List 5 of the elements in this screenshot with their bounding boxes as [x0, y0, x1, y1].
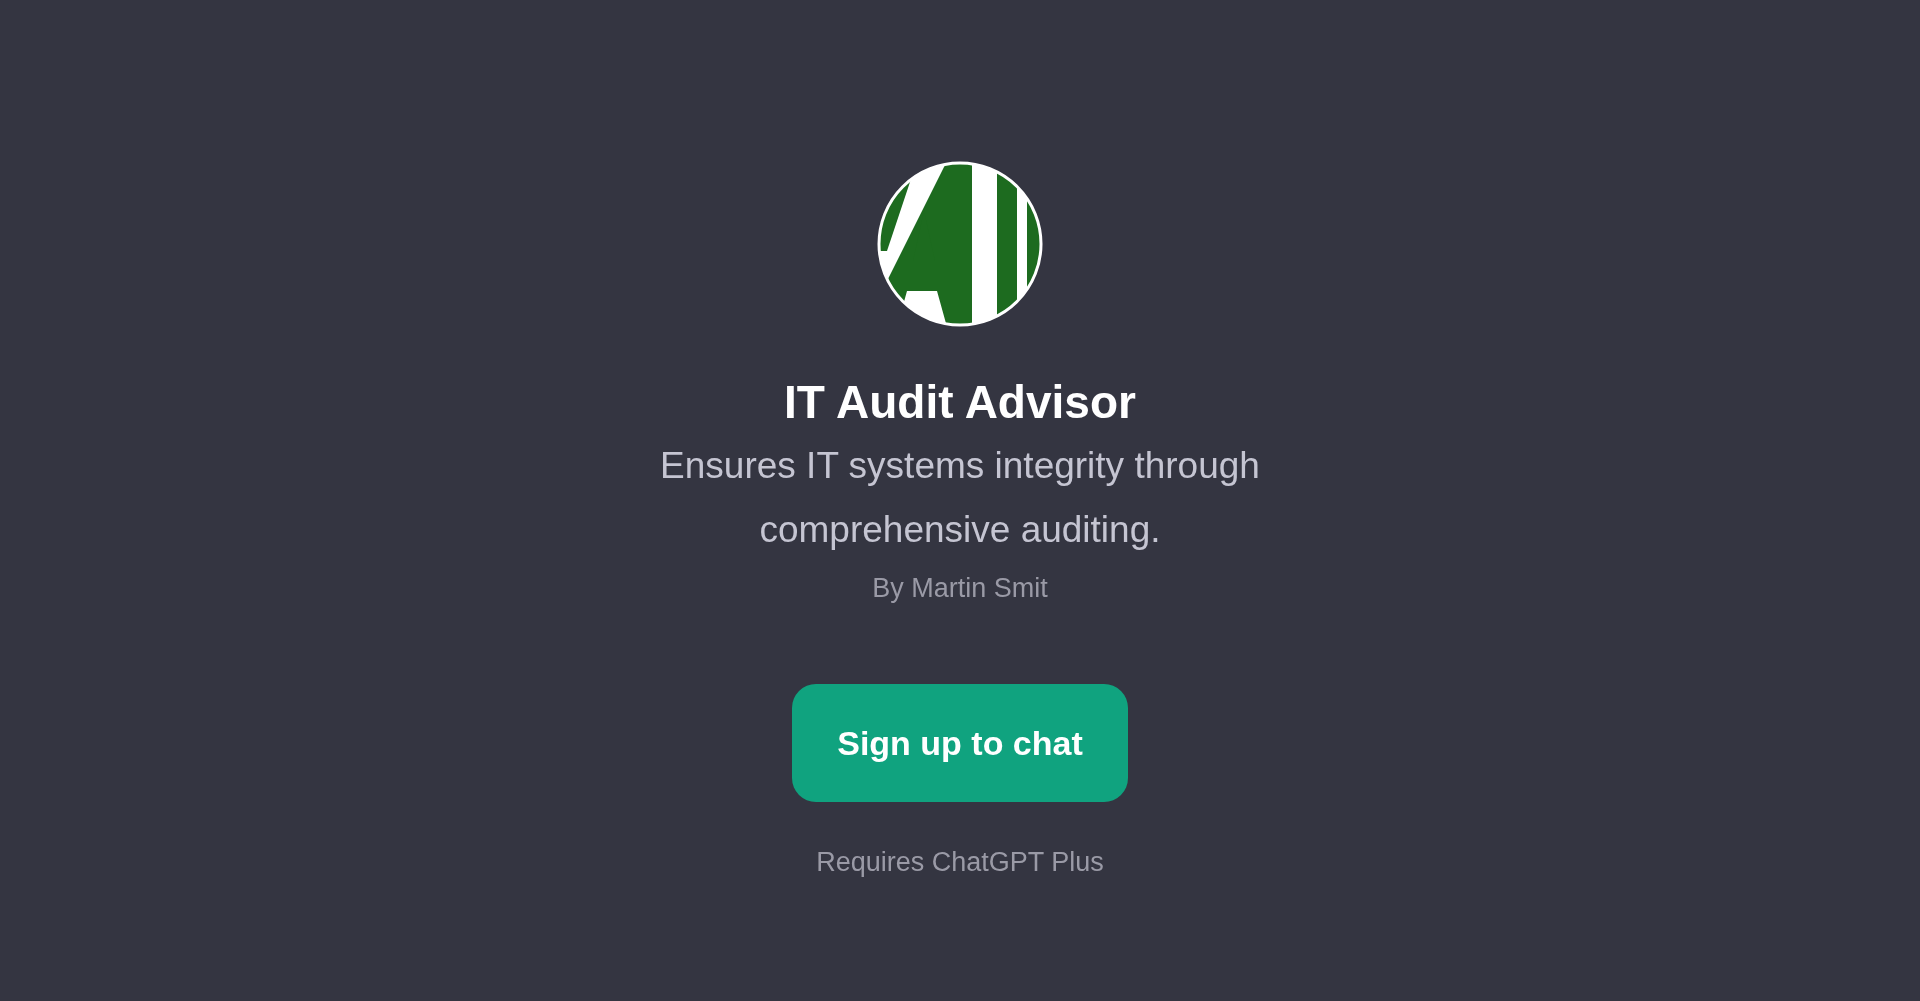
sign-up-button[interactable]: Sign up to chat [792, 684, 1128, 802]
gpt-description: Ensures IT systems integrity through comprehensive auditing. [659, 443, 1261, 552]
author-text: By Martin Smit [872, 571, 1048, 605]
requirement-note: Requires ChatGPT Plus [816, 846, 1104, 879]
gpt-title: IT Audit Advisor [784, 375, 1136, 430]
